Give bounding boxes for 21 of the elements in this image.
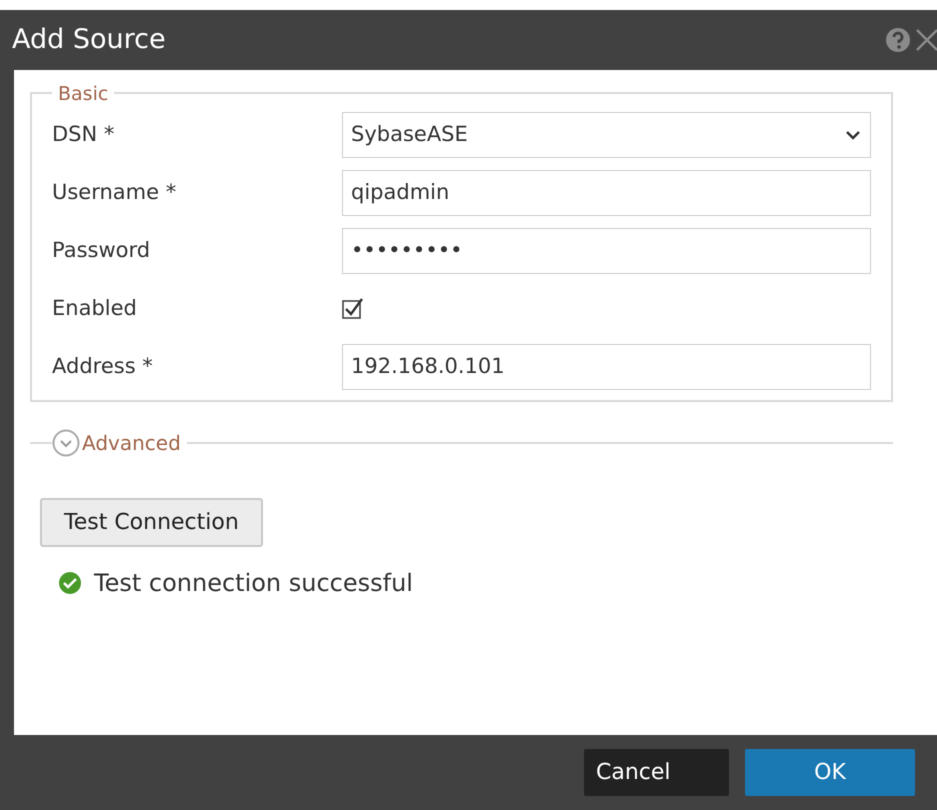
ok-button[interactable]: OK xyxy=(745,749,915,796)
input-field[interactable]: 192.168.0.101 xyxy=(342,344,871,390)
test-connection-button[interactable]: Test Connection xyxy=(40,498,263,547)
status-message: Test connection successful xyxy=(94,568,413,599)
expand-icon[interactable] xyxy=(52,429,80,457)
help-icon[interactable] xyxy=(885,27,911,53)
success-icon xyxy=(58,571,82,595)
dropdown-field[interactable]: SybaseASE xyxy=(342,112,871,158)
field-label: Enabled xyxy=(52,295,138,322)
field-label: Address * xyxy=(52,353,154,380)
window-title: Add Source xyxy=(12,22,166,57)
field-label: DSN * xyxy=(52,121,116,148)
caret-icon[interactable] xyxy=(844,129,862,141)
close-icon[interactable] xyxy=(915,28,937,52)
checkbox[interactable] xyxy=(342,298,364,320)
password-field[interactable]: ••••••••• xyxy=(342,228,871,274)
input-field[interactable]: qipadmin xyxy=(342,170,871,216)
advanced-toggle[interactable]: Advanced xyxy=(82,428,181,458)
field-label: Username * xyxy=(52,179,178,206)
cancel-button[interactable]: Cancel xyxy=(584,749,729,796)
field-label: Password xyxy=(52,237,152,264)
